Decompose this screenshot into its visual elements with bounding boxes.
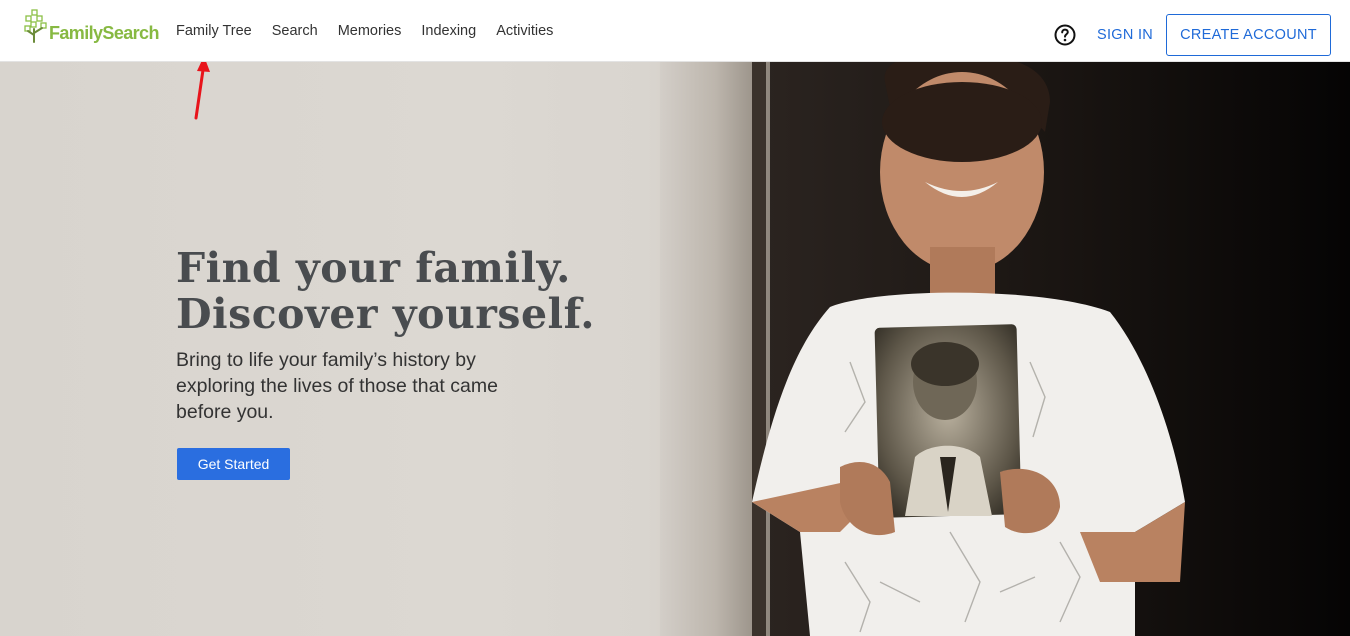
hero-subtext: Bring to life your family’s history by e… bbox=[176, 349, 498, 423]
main-nav: Family Tree Search Memories Indexing Act… bbox=[176, 0, 573, 62]
get-started-button[interactable]: Get Started bbox=[177, 448, 290, 480]
hero-headline: Find your family. Discover yourself. bbox=[176, 245, 636, 337]
red-arrow-icon bbox=[194, 62, 210, 120]
nav-search[interactable]: Search bbox=[272, 23, 318, 39]
headline-line-2: Discover yourself. bbox=[176, 290, 596, 338]
help-circle-icon[interactable] bbox=[1053, 23, 1077, 47]
top-navigation-bar: FamilySearch Family Tree Search Memories… bbox=[0, 0, 1350, 62]
familysearch-logo[interactable]: FamilySearch bbox=[24, 9, 159, 43]
family-tree-logo-icon bbox=[24, 9, 47, 43]
nav-indexing[interactable]: Indexing bbox=[421, 23, 476, 39]
nav-family-tree[interactable]: Family Tree bbox=[176, 23, 252, 39]
create-account-button[interactable]: CREATE ACCOUNT bbox=[1166, 14, 1331, 56]
nav-memories[interactable]: Memories bbox=[338, 23, 402, 39]
logo-wordmark: FamilySearch bbox=[49, 23, 159, 43]
headline-line-1: Find your family. bbox=[176, 244, 571, 292]
nav-activities[interactable]: Activities bbox=[496, 23, 553, 39]
sign-in-link[interactable]: SIGN IN bbox=[1097, 27, 1153, 43]
